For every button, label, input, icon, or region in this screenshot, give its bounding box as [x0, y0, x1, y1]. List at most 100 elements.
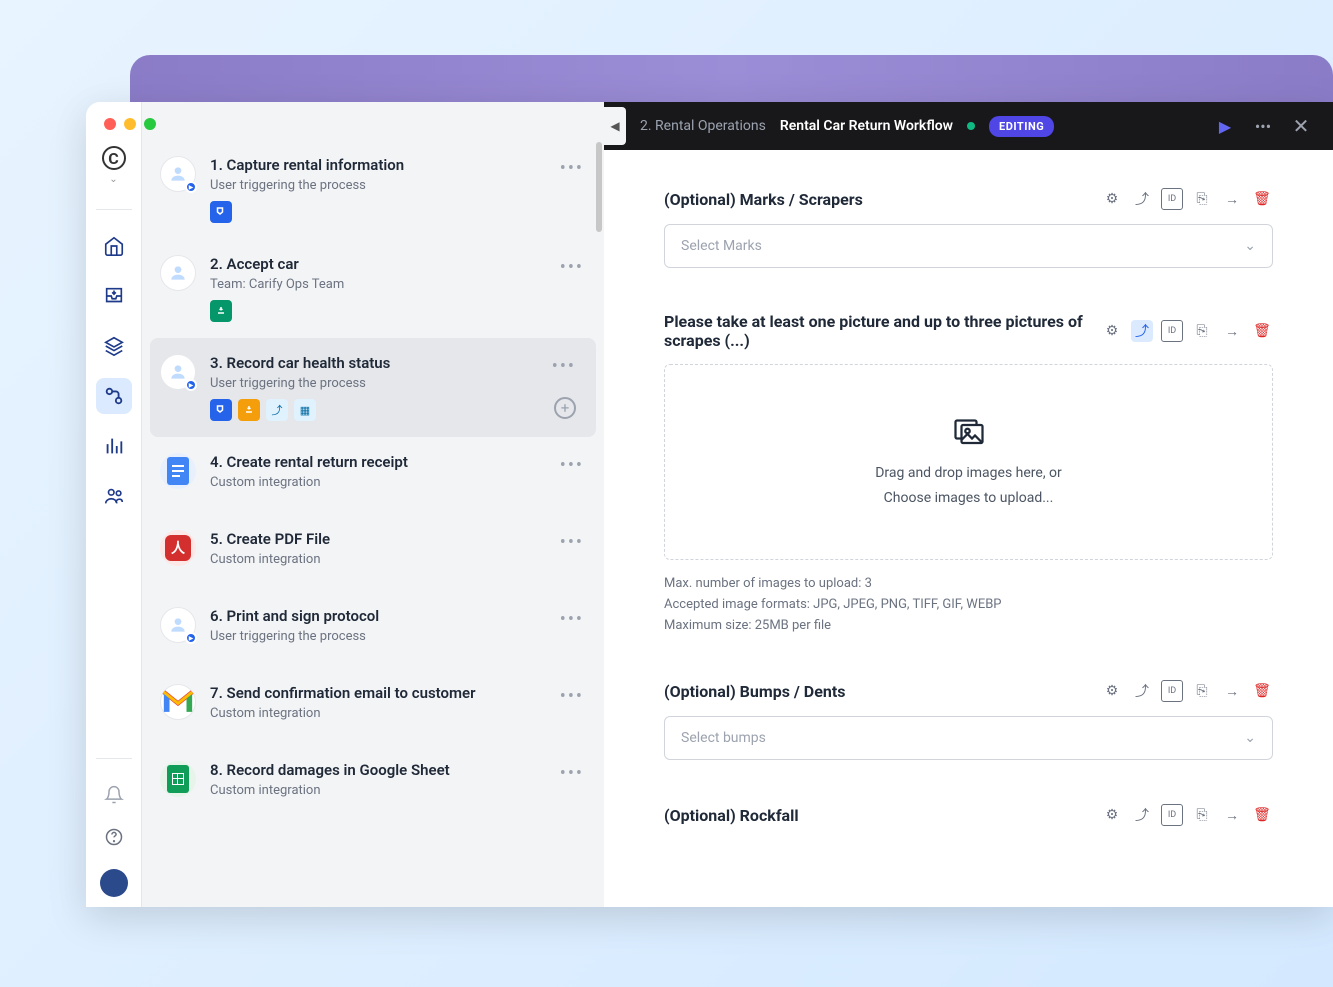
form-field-rockfall: (Optional) Rockfall ⚙ ⤴ ID ⎘ → 🗑 — [664, 804, 1273, 826]
delete-icon[interactable]: 🗑 — [1251, 804, 1273, 826]
bumps-select[interactable]: Select bumps ⌄ — [664, 716, 1273, 760]
share-icon[interactable]: ⤴ — [1131, 804, 1153, 826]
google-sheets-icon — [160, 761, 196, 797]
nav-rail: C ⌄ — [86, 102, 142, 907]
user-avatar[interactable] — [100, 869, 128, 897]
calendar-badge-icon: ▦ — [294, 399, 316, 421]
help-icon[interactable] — [96, 819, 132, 855]
field-label: (Optional) Rockfall — [664, 806, 1101, 825]
status-indicator — [967, 122, 975, 130]
form-field-marks: (Optional) Marks / Scrapers ⚙ ⤴ ID ⎘ → 🗑… — [664, 188, 1273, 268]
minimize-window[interactable] — [124, 118, 136, 130]
step-title: 6. Print and sign protocol — [210, 607, 584, 625]
workflow-step-4[interactable]: 4. Create rental return receipt Custom i… — [142, 437, 604, 514]
dropzone-text-1: Drag and drop images here, or — [875, 461, 1062, 486]
chevron-down-icon: ⌄ — [1244, 238, 1256, 254]
copy-icon[interactable]: ⎘ — [1191, 680, 1213, 702]
step-menu-button[interactable]: ••• — [560, 763, 584, 784]
team-icon[interactable] — [96, 478, 132, 514]
step-menu-button[interactable]: ••• — [560, 455, 584, 476]
step-title: 5. Create PDF File — [210, 530, 584, 548]
step-title: 3. Record car health status — [210, 354, 584, 372]
field-label: Please take at least one picture and up … — [664, 312, 1101, 350]
chevron-down-icon: ⌄ — [1244, 730, 1256, 746]
breadcrumb[interactable]: 2. Rental Operations — [640, 118, 766, 134]
close-button[interactable]: ✕ — [1289, 114, 1313, 138]
workflow-step-6[interactable]: ▶ 6. Print and sign protocol User trigge… — [142, 591, 604, 668]
workflow-step-1[interactable]: ▶ 1. Capture rental information User tri… — [142, 140, 604, 239]
move-icon[interactable]: → — [1221, 320, 1243, 342]
maximize-window[interactable] — [144, 118, 156, 130]
move-icon[interactable]: → — [1221, 188, 1243, 210]
field-label: (Optional) Bumps / Dents — [664, 682, 1101, 701]
workflow-step-8[interactable]: 8. Record damages in Google Sheet Custom… — [142, 745, 604, 822]
editor-topbar: ◀ 2. Rental Operations Rental Car Return… — [604, 102, 1333, 150]
user-step-icon — [160, 255, 196, 291]
form-editor: ◀ 2. Rental Operations Rental Car Return… — [604, 102, 1333, 907]
workflow-icon[interactable] — [96, 378, 132, 414]
share-icon[interactable]: ⤴ — [1131, 320, 1153, 342]
user-step-icon: ▶ — [160, 354, 196, 390]
copy-icon[interactable]: ⎘ — [1191, 320, 1213, 342]
workflow-steps-panel: ▶ 1. Capture rental information User tri… — [142, 102, 604, 907]
step-menu-button[interactable]: ••• — [560, 609, 584, 630]
images-icon — [951, 413, 987, 449]
form-badge-icon — [210, 399, 232, 421]
settings-icon[interactable]: ⚙ — [1101, 680, 1123, 702]
form-badge-icon — [210, 201, 232, 223]
step-menu-button[interactable]: ••• — [560, 686, 584, 707]
add-step-button[interactable]: + — [554, 397, 576, 419]
step-title: 2. Accept car — [210, 255, 584, 273]
gmail-icon — [160, 684, 196, 720]
more-menu-button[interactable]: ••• — [1251, 117, 1275, 136]
share-badge-icon: ⤴ — [266, 399, 288, 421]
workflow-step-5[interactable]: 人 5. Create PDF File Custom integration … — [142, 514, 604, 591]
step-title: 1. Capture rental information — [210, 156, 584, 174]
inbox-icon[interactable] — [96, 278, 132, 314]
id-icon[interactable]: ID — [1161, 804, 1183, 826]
share-icon[interactable]: ⤴ — [1131, 188, 1153, 210]
step-subtitle: Custom integration — [210, 783, 584, 798]
step-subtitle: User triggering the process — [210, 376, 584, 391]
delete-icon[interactable]: 🗑 — [1251, 188, 1273, 210]
layers-icon[interactable] — [96, 328, 132, 364]
workspace-switcher[interactable]: ⌄ — [109, 174, 117, 185]
home-icon[interactable] — [96, 228, 132, 264]
close-window[interactable] — [104, 118, 116, 130]
step-menu-button[interactable]: ••• — [560, 257, 584, 278]
workflow-title: Rental Car Return Workflow — [780, 118, 953, 134]
settings-icon[interactable]: ⚙ — [1101, 188, 1123, 210]
settings-icon[interactable]: ⚙ — [1101, 320, 1123, 342]
workflow-step-2[interactable]: 2. Accept car Team: Carify Ops Team ••• — [142, 239, 604, 338]
app-window: C ⌄ — [86, 102, 1333, 907]
analytics-icon[interactable] — [96, 428, 132, 464]
copy-icon[interactable]: ⎘ — [1191, 188, 1213, 210]
id-icon[interactable]: ID — [1161, 320, 1183, 342]
copy-icon[interactable]: ⎘ — [1191, 804, 1213, 826]
upload-hints: Max. number of images to upload: 3 Accep… — [664, 574, 1273, 636]
marks-select[interactable]: Select Marks ⌄ — [664, 224, 1273, 268]
move-icon[interactable]: → — [1221, 804, 1243, 826]
step-menu-button[interactable]: ••• — [560, 158, 584, 179]
step-menu-button[interactable]: ••• — [552, 356, 576, 377]
step-subtitle: Custom integration — [210, 706, 584, 721]
app-logo[interactable]: C — [102, 146, 126, 170]
id-icon[interactable]: ID — [1161, 680, 1183, 702]
collapse-sidebar-button[interactable]: ◀ — [604, 107, 626, 145]
move-icon[interactable]: → — [1221, 680, 1243, 702]
step-subtitle: Custom integration — [210, 475, 584, 490]
workflow-step-7[interactable]: 7. Send confirmation email to customer C… — [142, 668, 604, 745]
step-menu-button[interactable]: ••• — [560, 532, 584, 553]
settings-icon[interactable]: ⚙ — [1101, 804, 1123, 826]
dropzone-text-2: Choose images to upload... — [875, 486, 1062, 511]
image-dropzone[interactable]: Drag and drop images here, or Choose ima… — [664, 364, 1273, 560]
delete-icon[interactable]: 🗑 — [1251, 680, 1273, 702]
step-title: 7. Send confirmation email to customer — [210, 684, 584, 702]
id-icon[interactable]: ID — [1161, 188, 1183, 210]
notifications-icon[interactable] — [96, 777, 132, 813]
task-badge-icon — [238, 399, 260, 421]
workflow-step-3[interactable]: ▶ 3. Record car health status User trigg… — [150, 338, 596, 437]
play-button[interactable]: ▶ — [1213, 117, 1237, 136]
share-icon[interactable]: ⤴ — [1131, 680, 1153, 702]
delete-icon[interactable]: 🗑 — [1251, 320, 1273, 342]
